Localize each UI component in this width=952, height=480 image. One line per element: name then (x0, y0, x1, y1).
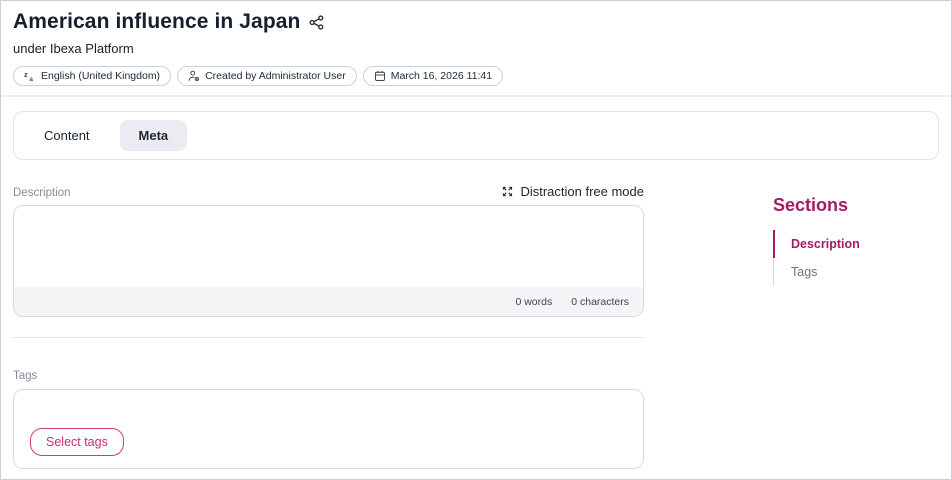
date-badge: March 16, 2026 11:41 (363, 66, 503, 86)
distraction-free-label: Distraction free mode (520, 184, 644, 199)
field-divider (13, 337, 644, 338)
sections-item-tags[interactable]: Tags (773, 258, 939, 286)
description-field-head: Description Distraction free mode (13, 184, 644, 199)
breadcrumb-under: under Ibexa Platform (13, 41, 939, 56)
svg-text:z: z (24, 70, 28, 79)
edit-tabbar: Content Meta (13, 111, 939, 160)
tab-content[interactable]: Content (28, 120, 106, 151)
description-input[interactable] (14, 206, 643, 287)
title-row: American influence in Japan (13, 10, 939, 34)
form-column: Description Distraction free mode 0 word… (13, 184, 644, 469)
content-edit-page: { "header": { "title": "American influen… (0, 0, 952, 480)
select-tags-button[interactable]: Select tags (30, 428, 124, 456)
meta-badges: z a English (United Kingdom) Created by … (13, 66, 939, 86)
tags-label: Tags (13, 370, 644, 382)
language-badge-label: English (United Kingdom) (41, 70, 160, 82)
share-icon[interactable] (309, 15, 324, 30)
distraction-free-button[interactable]: Distraction free mode (502, 184, 644, 199)
page-title: American influence in Japan (13, 10, 300, 34)
user-icon (188, 70, 200, 82)
sections-title: Sections (773, 195, 939, 216)
character-count: 0 characters (571, 296, 629, 308)
description-label: Description (13, 187, 71, 199)
word-count: 0 words (515, 296, 552, 308)
description-editor: 0 words 0 characters (13, 205, 644, 317)
calendar-icon (374, 70, 386, 82)
creator-badge-label: Created by Administrator User (205, 70, 346, 82)
language-icon: z a (24, 70, 36, 82)
sections-item-description[interactable]: Description (773, 230, 939, 258)
expand-icon (502, 186, 513, 197)
language-badge: z a English (United Kingdom) (13, 66, 171, 86)
main-area: Description Distraction free mode 0 word… (1, 160, 951, 469)
sections-panel: Sections Description Tags (773, 184, 939, 469)
date-badge-label: March 16, 2026 11:41 (391, 70, 492, 82)
tab-meta[interactable]: Meta (120, 120, 188, 151)
tags-field: Select tags (13, 389, 644, 469)
description-counters: 0 words 0 characters (14, 287, 643, 316)
creator-badge: Created by Administrator User (177, 66, 357, 86)
page-header: American influence in Japan under Ibexa … (1, 1, 951, 97)
svg-text:a: a (30, 77, 34, 82)
